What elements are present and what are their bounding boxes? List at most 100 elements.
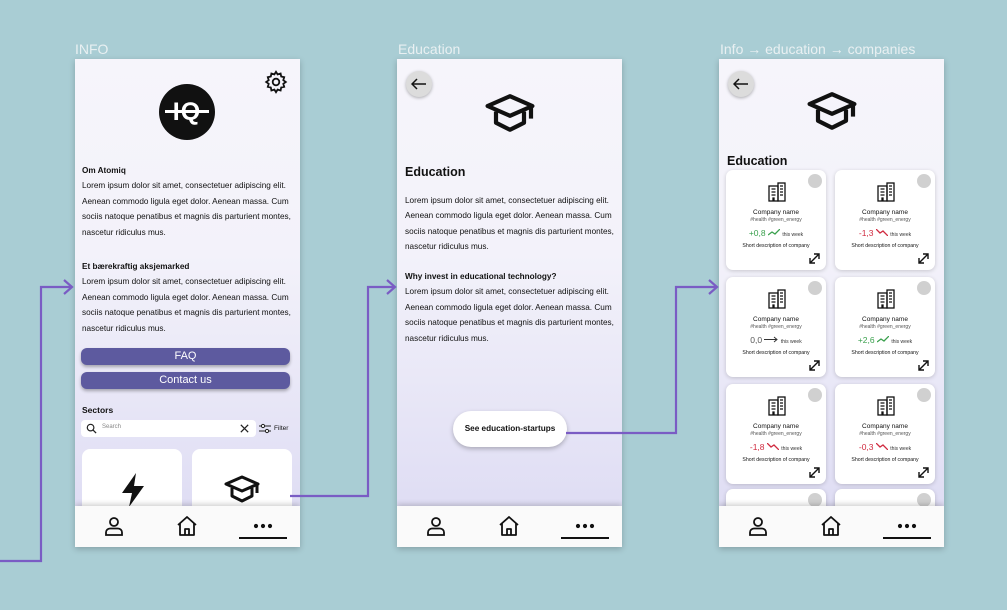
contact-button[interactable]: Contact us	[81, 372, 290, 389]
company-description: Short description of company	[742, 350, 810, 356]
profile-icon[interactable]	[746, 514, 770, 538]
back-arrow-icon	[411, 78, 426, 90]
star-icon[interactable]	[808, 174, 822, 188]
change-value: -0,3	[858, 442, 874, 452]
trend-down-icon	[875, 228, 889, 238]
nav-active-indicator	[239, 537, 287, 539]
expand-icon[interactable]	[918, 253, 929, 264]
see-education-startups-button[interactable]: See education-startups	[453, 411, 567, 447]
filter-label[interactable]: Filter	[274, 425, 288, 432]
change-period: this week	[890, 232, 912, 238]
graduation-cap-icon	[485, 94, 535, 132]
clear-icon[interactable]	[239, 423, 250, 434]
home-icon[interactable]	[175, 514, 199, 538]
bottom-nav	[397, 506, 622, 547]
company-description: Short description of company	[851, 243, 919, 249]
company-card[interactable]: Company name #health #green_energy -1,3 th…	[835, 170, 935, 270]
frame-label-education: Education	[398, 41, 461, 57]
star-icon[interactable]	[808, 281, 822, 295]
profile-icon[interactable]	[102, 514, 126, 538]
more-icon[interactable]	[895, 514, 919, 538]
more-icon[interactable]	[573, 514, 597, 538]
building-icon	[877, 396, 895, 416]
expand-icon[interactable]	[918, 360, 929, 371]
nav-active-indicator	[561, 537, 609, 539]
expand-icon[interactable]	[809, 467, 820, 478]
star-icon[interactable]	[917, 281, 931, 295]
company-tags: #health #green_energy	[750, 431, 802, 437]
change-value: +2,6	[857, 335, 875, 345]
back-button[interactable]	[728, 71, 754, 97]
company-change: 0,0 this week	[726, 335, 826, 345]
building-icon	[877, 182, 895, 202]
back-button[interactable]	[406, 71, 432, 97]
bottom-nav	[719, 506, 944, 547]
trend-down-icon	[875, 442, 889, 452]
why-invest-section: Why invest in educational technology? Lo…	[405, 269, 617, 346]
change-period: this week	[782, 232, 804, 238]
building-icon	[768, 182, 786, 202]
company-name: Company name	[862, 316, 908, 323]
settings-gear-icon[interactable]	[264, 70, 288, 94]
change-value: 0,0	[750, 335, 763, 345]
profile-icon[interactable]	[424, 514, 448, 538]
company-card[interactable]: Company name #health #green_energy +2,6 th…	[835, 277, 935, 377]
company-change: -0,3 this week	[835, 442, 935, 452]
education-title: Education	[405, 165, 466, 179]
more-icon[interactable]	[251, 514, 275, 538]
why-invest-title: Why invest in educational technology?	[405, 272, 557, 281]
filter-icon[interactable]	[259, 423, 271, 434]
building-icon	[768, 289, 786, 309]
building-icon	[768, 396, 786, 416]
company-tags: #health #green_energy	[750, 324, 802, 330]
company-tags: #health #green_energy	[859, 324, 911, 330]
change-period: this week	[890, 446, 912, 452]
company-description: Short description of company	[851, 350, 919, 356]
home-icon[interactable]	[497, 514, 521, 538]
about-title: Om Atomiq	[82, 166, 126, 175]
company-tags: #health #green_energy	[750, 217, 802, 223]
expand-icon[interactable]	[809, 360, 820, 371]
company-name: Company name	[753, 209, 799, 216]
expand-icon[interactable]	[918, 467, 929, 478]
star-icon[interactable]	[917, 493, 931, 507]
company-description: Short description of company	[851, 457, 919, 463]
company-card[interactable]: Company name #health #green_energy +0,8 th…	[726, 170, 826, 270]
back-arrow-icon	[733, 78, 748, 90]
change-value: -1,3	[858, 228, 874, 238]
home-icon[interactable]	[819, 514, 843, 538]
company-card[interactable]: Company name #health #green_energy -0,3 th…	[835, 384, 935, 484]
graduation-cap-icon	[224, 475, 260, 503]
company-change: +2,6 this week	[835, 335, 935, 345]
logo-strike	[165, 110, 209, 113]
company-change: +0,8 this week	[726, 228, 826, 238]
phone-info: IQ Om Atomiq Lorem ipsum dolor sit amet,…	[75, 59, 300, 547]
company-card[interactable]: Company name #health #green_energy 0,0 thi…	[726, 277, 826, 377]
company-tags: #health #green_energy	[859, 217, 911, 223]
change-period: this week	[891, 339, 913, 345]
company-card[interactable]: Company name #health #green_energy -1,8 th…	[726, 384, 826, 484]
company-change: -1,8 this week	[726, 442, 826, 452]
company-description: Short description of company	[742, 457, 810, 463]
phone-education: Education Lorem ipsum dolor sit amet, co…	[397, 59, 622, 547]
company-name: Company name	[753, 316, 799, 323]
star-icon[interactable]	[808, 388, 822, 402]
change-value: -1,8	[749, 442, 765, 452]
company-name: Company name	[862, 423, 908, 430]
sustainable-title: Et bærekraftig aksjemarked	[82, 262, 190, 271]
expand-icon[interactable]	[809, 253, 820, 264]
trend-down-icon	[766, 442, 780, 452]
star-icon[interactable]	[917, 388, 931, 402]
sector-search-input[interactable]: Search	[81, 420, 256, 437]
sustainable-section: Et bærekraftig aksjemarked Lorem ipsum d…	[82, 259, 294, 336]
frame-label-companies: Info → education → companies	[720, 41, 916, 57]
star-icon[interactable]	[808, 493, 822, 507]
star-icon[interactable]	[917, 174, 931, 188]
faq-button[interactable]: FAQ	[81, 348, 290, 365]
trend-up-icon	[767, 228, 781, 238]
change-period: this week	[780, 339, 802, 345]
why-invest-body: Lorem ipsum dolor sit amet, consectetuer…	[405, 287, 614, 343]
trend-up-icon	[876, 335, 890, 345]
change-value: +0,8	[748, 228, 766, 238]
phone-companies: Education Company name #health #green_ene…	[719, 59, 944, 547]
